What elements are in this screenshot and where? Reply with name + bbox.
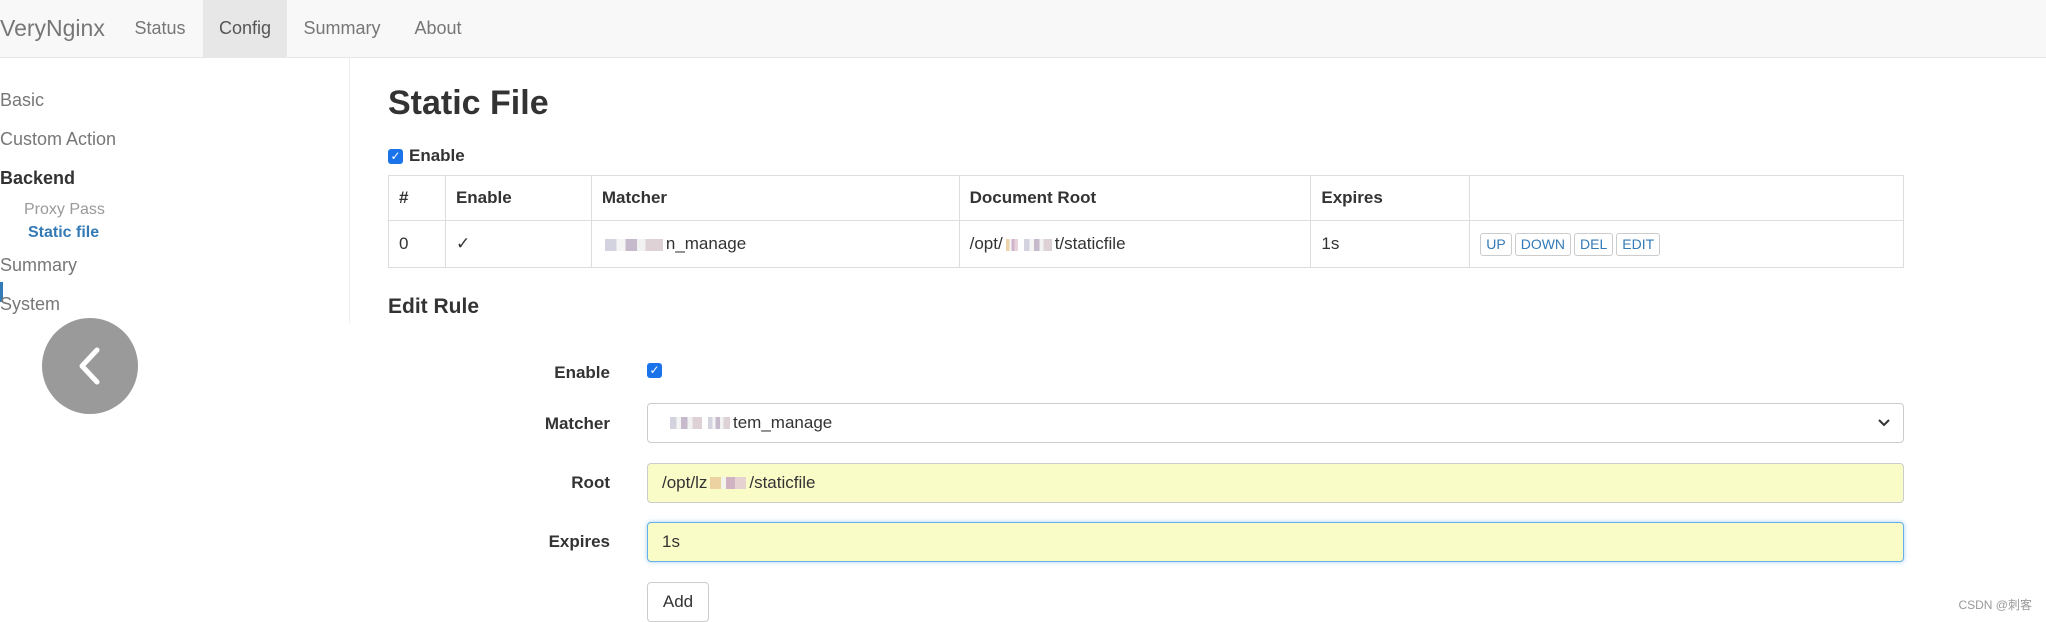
- sidebar-item-static-file[interactable]: Static file: [28, 224, 99, 242]
- edit-rule-title: Edit Rule: [388, 295, 480, 318]
- nav-summary[interactable]: Summary: [290, 0, 394, 57]
- add-button[interactable]: Add: [647, 582, 709, 622]
- edit-button[interactable]: EDIT: [1616, 232, 1661, 256]
- cell-root-suffix: t/staticfile: [1054, 234, 1126, 253]
- static-file-rules-table: # Enable Matcher Document Root Expires 0…: [388, 175, 1904, 268]
- back-button[interactable]: [42, 318, 138, 414]
- root-input-suffix: /staticfile: [749, 473, 816, 492]
- sidebar-item-system[interactable]: System: [0, 294, 60, 315]
- col-header-matcher: Matcher: [590, 175, 960, 221]
- redacted-text: [670, 417, 702, 429]
- cell-matcher-text: n_manage: [665, 234, 747, 253]
- redacted-text: [1023, 238, 1052, 251]
- col-header-actions: [1469, 175, 1904, 221]
- redacted-text: [710, 477, 747, 489]
- brand-logo[interactable]: VeryNginx: [0, 0, 105, 57]
- global-enable-checkbox[interactable]: ✓: [388, 148, 403, 164]
- edit-root-label: Root: [571, 473, 610, 492]
- cell-document-root: /opt/t/staticfile: [958, 220, 1312, 268]
- chevron-left-icon: [79, 347, 100, 385]
- edit-expires-label: Expires: [548, 532, 610, 551]
- cell-actions: UP DOWN DEL EDIT: [1469, 220, 1904, 268]
- redacted-text: [708, 417, 730, 429]
- page-title: Static File: [388, 84, 549, 122]
- sidebar-item-summary[interactable]: Summary: [0, 255, 77, 276]
- edit-matcher-label: Matcher: [544, 414, 610, 433]
- nav-config[interactable]: Config: [203, 0, 287, 57]
- col-header-expires: Expires: [1310, 175, 1471, 221]
- global-enable-toggle[interactable]: ✓ Enable: [388, 146, 465, 166]
- matcher-select-value: tem_manage: [733, 413, 833, 432]
- table-header-row: # Enable Matcher Document Root Expires: [388, 175, 1904, 221]
- expires-input[interactable]: 1s: [647, 522, 1904, 562]
- sidebar-item-basic[interactable]: Basic: [0, 90, 44, 111]
- table-row: 0 ✓ n_manage /opt/t/staticfile 1s UP DOWN…: [388, 220, 1904, 268]
- root-input[interactable]: /opt/lz/staticfile: [647, 463, 1904, 503]
- cell-index: 0: [388, 220, 446, 268]
- down-button[interactable]: DOWN: [1514, 232, 1572, 256]
- sidebar-item-backend[interactable]: Backend: [0, 168, 75, 189]
- cell-enable: ✓: [444, 220, 592, 268]
- up-button[interactable]: UP: [1480, 232, 1512, 256]
- global-enable-label: Enable: [409, 146, 465, 165]
- nav-status[interactable]: Status: [120, 0, 200, 57]
- sidebar-item-custom-action[interactable]: Custom Action: [0, 129, 116, 150]
- cell-expires: 1s: [1310, 220, 1471, 268]
- edit-enable-label: Enable: [554, 363, 610, 382]
- redacted-text: [1005, 238, 1018, 251]
- del-button[interactable]: DEL: [1574, 232, 1614, 256]
- root-input-prefix: /opt/lz: [662, 473, 708, 492]
- col-header-enable: Enable: [444, 175, 592, 221]
- cell-matcher: n_manage: [590, 220, 960, 268]
- col-header-index: #: [388, 175, 446, 221]
- chevron-down-icon: [1877, 413, 1891, 436]
- col-header-document-root: Document Root: [958, 175, 1312, 221]
- matcher-select[interactable]: tem_manage: [647, 403, 1904, 443]
- redacted-text: [604, 238, 663, 251]
- sidebar: Basic Custom Action Backend Proxy Pass S…: [0, 58, 350, 323]
- nav-about[interactable]: About: [398, 0, 478, 57]
- cell-root-prefix: /opt/: [969, 234, 1003, 253]
- sidebar-item-proxy-pass[interactable]: Proxy Pass: [24, 201, 105, 219]
- edit-enable-checkbox[interactable]: ✓: [647, 363, 662, 378]
- top-navbar: VeryNginx Status Config Summary About: [0, 0, 2046, 58]
- watermark: CSDN @刺客: [1958, 598, 2032, 612]
- expires-input-value: 1s: [662, 532, 680, 551]
